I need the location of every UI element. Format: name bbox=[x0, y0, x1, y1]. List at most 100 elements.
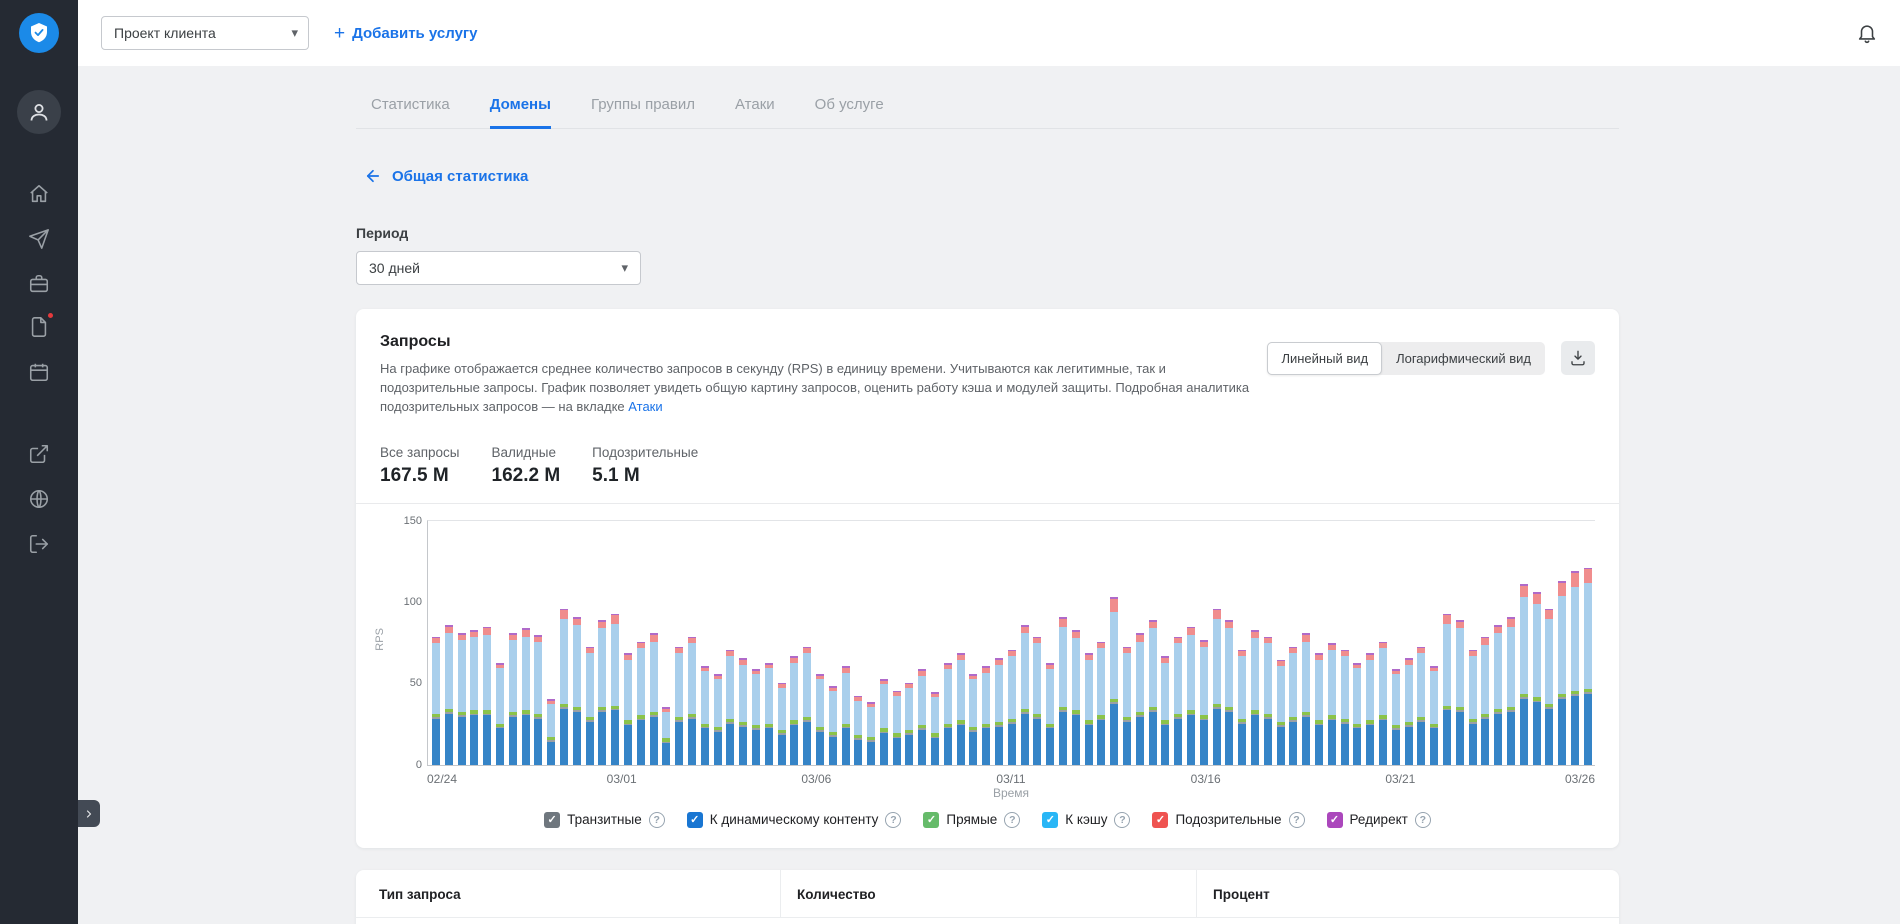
bar-segment bbox=[611, 615, 620, 624]
period-select[interactable]: 30 дней ▾ bbox=[356, 251, 641, 285]
chart-bar bbox=[1430, 666, 1439, 765]
project-select[interactable]: Проект клиента ▾ bbox=[101, 16, 309, 50]
bar-segment bbox=[1404, 664, 1413, 722]
bar-segment bbox=[444, 713, 453, 765]
bar-segment bbox=[1238, 656, 1247, 719]
bar-segment bbox=[1481, 644, 1490, 714]
chart-bar bbox=[611, 613, 620, 765]
x-tick: 03/21 bbox=[1385, 771, 1416, 786]
bar-segment bbox=[457, 716, 466, 765]
external-link-icon[interactable] bbox=[27, 442, 51, 466]
help-icon[interactable]: ? bbox=[1114, 811, 1131, 828]
download-icon bbox=[1571, 350, 1585, 366]
bar-segment bbox=[867, 707, 876, 737]
chart-bar bbox=[1046, 662, 1055, 765]
legend-checkbox[interactable]: ✓ bbox=[544, 811, 561, 828]
bar-segment bbox=[854, 739, 863, 765]
chart-bar bbox=[1033, 636, 1042, 765]
chart-bar bbox=[764, 662, 773, 765]
bar-segment bbox=[1481, 718, 1490, 765]
chart-bar bbox=[649, 633, 658, 765]
attacks-link[interactable]: Атаки bbox=[628, 399, 662, 414]
card-title: Запросы bbox=[380, 333, 451, 350]
tabs: Статистика Домены Группы правил Атаки Об усл… bbox=[356, 66, 1619, 129]
send-icon[interactable] bbox=[27, 227, 51, 251]
back-to-general-stats-link[interactable]: Общая статистика bbox=[364, 167, 528, 185]
legend-checkbox[interactable]: ✓ bbox=[686, 811, 703, 828]
bar-segment bbox=[956, 725, 965, 765]
help-icon[interactable]: ? bbox=[885, 811, 902, 828]
tab-Статистика[interactable]: Статистика bbox=[371, 96, 450, 129]
home-icon[interactable] bbox=[27, 182, 51, 206]
bar-segment bbox=[1430, 671, 1439, 724]
chart-view-controls: Линейный вид Логарифмический вид bbox=[1267, 333, 1595, 375]
bar-segment bbox=[1494, 633, 1503, 709]
tab-Группы правил[interactable]: Группы правил bbox=[591, 96, 695, 129]
bar-segment bbox=[1225, 712, 1234, 765]
bar-segment bbox=[1289, 721, 1298, 765]
bar-segment bbox=[1583, 582, 1592, 690]
stat-value: 162.2 M bbox=[491, 464, 561, 486]
user-avatar[interactable] bbox=[17, 90, 61, 134]
tab-Атаки[interactable]: Атаки bbox=[735, 96, 775, 129]
logarithmic-view-button[interactable]: Логарифмический вид bbox=[1382, 342, 1545, 375]
logout-icon[interactable] bbox=[27, 532, 51, 556]
bar-segment bbox=[739, 664, 748, 722]
x-tick: 02/24 bbox=[427, 771, 458, 786]
bar-segment bbox=[1353, 728, 1362, 765]
topbar: Проект клиента ▾ + Добавить услугу bbox=[78, 0, 1900, 66]
globe-icon[interactable] bbox=[27, 487, 51, 511]
legend-checkbox[interactable]: ✓ bbox=[1152, 811, 1169, 828]
calendar-icon[interactable] bbox=[27, 360, 51, 384]
legend-checkbox[interactable]: ✓ bbox=[923, 811, 940, 828]
chart-bar bbox=[956, 653, 965, 765]
chart-bar bbox=[1174, 636, 1183, 765]
chart-bar bbox=[1340, 649, 1349, 765]
bar-segment bbox=[969, 731, 978, 765]
chart-bar bbox=[726, 649, 735, 765]
legend-checkbox[interactable]: ✓ bbox=[1326, 811, 1343, 828]
help-icon[interactable]: ? bbox=[1288, 811, 1305, 828]
download-chart-button[interactable] bbox=[1561, 341, 1595, 375]
bar-segment bbox=[1251, 715, 1259, 765]
sidebar-expand-button[interactable] bbox=[78, 800, 100, 827]
bar-segment bbox=[1263, 718, 1272, 765]
bar-segment bbox=[1519, 585, 1528, 598]
tab-Об услуге[interactable]: Об услуге bbox=[815, 96, 884, 129]
help-icon[interactable]: ? bbox=[1004, 811, 1021, 828]
bar-segment bbox=[598, 628, 607, 708]
chart-bar bbox=[982, 666, 991, 765]
bar-segment bbox=[892, 738, 901, 765]
period-label: Период bbox=[356, 225, 409, 241]
services-case-icon[interactable] bbox=[27, 272, 51, 296]
chart-bar bbox=[1084, 653, 1093, 765]
chart-bar bbox=[1097, 641, 1106, 765]
bar-segment bbox=[1442, 710, 1451, 765]
chart-bar bbox=[751, 669, 760, 765]
add-service-button[interactable]: + Добавить услугу bbox=[334, 24, 478, 43]
legend-item: ✓ Редирект? bbox=[1326, 811, 1431, 828]
help-icon[interactable]: ? bbox=[648, 811, 665, 828]
bar-segment bbox=[803, 653, 812, 718]
chart-bar bbox=[1289, 646, 1298, 765]
x-axis-ticks: 02/24 03/01 03/06 03/11 03/16 03/21 03/26 bbox=[427, 766, 1595, 786]
bar-segment bbox=[675, 721, 684, 765]
tab-Домены[interactable]: Домены bbox=[489, 96, 551, 129]
legend-checkbox[interactable]: ✓ bbox=[1042, 811, 1059, 828]
bar-segment bbox=[1404, 726, 1413, 765]
rps-chart: RPS 0 50 100 150 02/24 03/01 03/06 03/11 03/16 0… bbox=[374, 515, 1595, 804]
linear-view-button[interactable]: Линейный вид bbox=[1267, 341, 1383, 375]
app-logo-shield-icon[interactable] bbox=[19, 13, 59, 53]
chart-bar bbox=[867, 702, 876, 765]
help-icon[interactable]: ? bbox=[1414, 811, 1431, 828]
bar-segment bbox=[1353, 667, 1362, 724]
bar-segment bbox=[918, 676, 927, 726]
table-row[interactable] bbox=[356, 916, 1619, 924]
stat-value: 167.5 M bbox=[380, 464, 449, 486]
bar-segment bbox=[1545, 618, 1554, 704]
notifications-bell-icon[interactable] bbox=[1856, 22, 1878, 44]
bar-segment bbox=[1417, 721, 1426, 765]
x-tick: 03/01 bbox=[606, 771, 637, 786]
documents-file-icon[interactable] bbox=[27, 311, 55, 339]
chart-bar bbox=[803, 646, 812, 765]
